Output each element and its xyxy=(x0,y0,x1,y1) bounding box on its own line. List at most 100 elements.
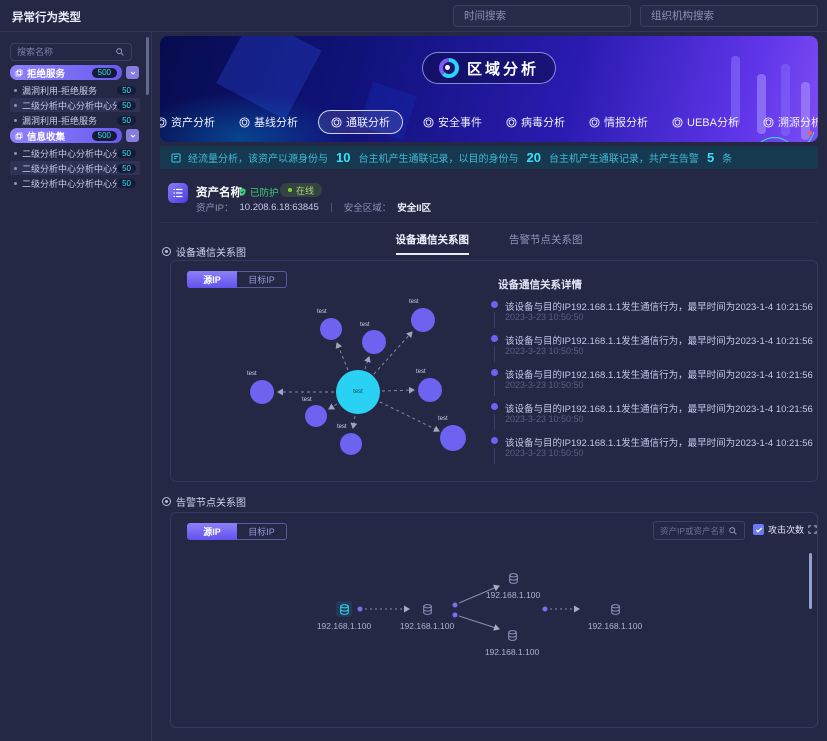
page-title: 异常行为类型 xyxy=(12,9,81,25)
node-ip-label: 192.168.1.100 xyxy=(485,647,539,657)
shield-circle-icon xyxy=(331,117,342,128)
tab-label: 安全事件 xyxy=(438,114,482,130)
group-label: 拒绝服务 xyxy=(27,66,92,80)
tab-ueba-analysis[interactable]: UEBA分析 xyxy=(668,111,743,133)
chevron-down-icon[interactable] xyxy=(126,66,139,79)
org-search-input[interactable] xyxy=(651,10,807,22)
bubble-node[interactable] xyxy=(250,380,274,404)
shield-circle-icon xyxy=(589,117,600,128)
bubble-label: test xyxy=(302,397,312,403)
region-analysis-logo-icon xyxy=(439,58,459,78)
bubble-node[interactable] xyxy=(362,330,386,354)
folder-copy-icon xyxy=(15,132,23,140)
tab-label: 资产分析 xyxy=(171,114,215,130)
summary-number-alerts: 5 xyxy=(705,150,716,165)
security-zone-label: 安全区域： xyxy=(344,200,392,214)
tab-label: 通联分析 xyxy=(346,114,390,130)
time-search-input[interactable] xyxy=(464,10,620,22)
shield-circle-icon xyxy=(506,117,517,128)
bubble-node[interactable] xyxy=(440,425,466,451)
graph-node[interactable] xyxy=(504,627,520,643)
bubble-node[interactable] xyxy=(320,318,342,340)
item-count-badge: 50 xyxy=(117,86,136,95)
org-search-field[interactable] xyxy=(640,5,818,27)
tab-alarm-node-graph[interactable]: 告警节点关系图 xyxy=(509,232,583,255)
sidebar-item[interactable]: 二级分析中心分析中心分 50 xyxy=(10,161,140,175)
event-text: 该设备与目的IP192.168.1.1发生通信行为，最早时间为2023-1-4 … xyxy=(505,401,813,415)
bullet-icon xyxy=(14,182,17,185)
shield-check-icon xyxy=(238,187,247,197)
bubble-label: test xyxy=(360,322,370,328)
time-search-field[interactable] xyxy=(453,5,631,27)
sidebar-group-dos[interactable]: 拒绝服务 500 xyxy=(10,65,140,80)
sidebar-group-info-collect[interactable]: 信息收集 500 xyxy=(10,128,140,143)
summary-text: 台主机产生通联记录，以目的身份与 xyxy=(358,150,518,165)
alarm-section-header: 告警节点关系图 xyxy=(162,494,246,509)
sidebar-item-label: 二级分析中心分析中心分 xyxy=(22,162,117,175)
divider xyxy=(331,203,332,212)
tab-trace-analysis[interactable]: 溯源分析 xyxy=(759,111,818,133)
sidebar-item[interactable]: 漏洞利用-拒绝服务 50 xyxy=(10,83,140,97)
search-icon[interactable] xyxy=(115,47,125,57)
bubble-node[interactable] xyxy=(305,405,327,427)
comm-details-title: 设备通信关系详情 xyxy=(498,277,582,292)
sidebar-scrollbar[interactable] xyxy=(146,37,149,95)
tab-label: 情报分析 xyxy=(604,114,648,130)
sidebar-item[interactable]: 二级分析中心分析中心分 50 xyxy=(10,146,140,160)
bubble-node-center[interactable]: test xyxy=(336,370,380,414)
tab-device-comm-graph[interactable]: 设备通信关系图 xyxy=(396,232,470,255)
sidebar-item[interactable]: 二级分析中心分析中心分 50 xyxy=(10,98,140,112)
graph-node[interactable] xyxy=(607,601,623,617)
event-bullet-icon xyxy=(491,369,498,376)
sidebar-search-field[interactable] xyxy=(10,43,132,61)
bubble-node[interactable] xyxy=(340,433,362,455)
summary-number-dest-hosts: 20 xyxy=(524,150,542,165)
bubble-node[interactable] xyxy=(418,378,442,402)
node-ip-label: 192.168.1.100 xyxy=(588,621,642,631)
summary-text: 台主机产生通联记录，共产生告警 xyxy=(549,150,699,165)
shield-circle-icon xyxy=(763,117,774,128)
bullet-icon xyxy=(14,152,17,155)
tab-security-events[interactable]: 安全事件 xyxy=(419,111,486,133)
asset-ip-value: 10.208.6.18:63845 xyxy=(239,202,318,213)
protected-badge: 已防护 xyxy=(238,185,279,199)
sidebar-group-pill[interactable]: 信息收集 500 xyxy=(10,128,122,143)
timeline-connector xyxy=(494,380,495,396)
sidebar-group-pill[interactable]: 拒绝服务 500 xyxy=(10,65,122,80)
asset-server-icon xyxy=(168,183,188,203)
tab-intel-analysis[interactable]: 情报分析 xyxy=(585,111,652,133)
graph-node[interactable] xyxy=(505,570,521,586)
summary-text: 经流量分析，该资产以源身份与 xyxy=(188,150,328,165)
event-bullet-icon xyxy=(491,403,498,410)
sidebar-item-label: 漏洞利用-拒绝服务 xyxy=(22,114,117,127)
bubble-node[interactable] xyxy=(411,308,435,332)
device-section-header: 设备通信关系图 xyxy=(162,244,246,259)
node-ip-label: 192.168.1.100 xyxy=(400,621,454,631)
sidebar-item[interactable]: 漏洞利用-拒绝服务 50 xyxy=(10,113,140,127)
tab-communication-analysis[interactable]: 通联分析 xyxy=(318,110,403,134)
tab-baseline-analysis[interactable]: 基线分析 xyxy=(235,111,302,133)
chevron-down-icon[interactable] xyxy=(126,129,139,142)
sidebar-item-label: 二级分析中心分析中心分 xyxy=(22,177,117,190)
banner: 区域分析 资产分析 基线分析 通联分析 安全事件 病毒分析 xyxy=(160,36,818,142)
folder-copy-icon xyxy=(15,69,23,77)
graph-node[interactable] xyxy=(419,601,435,617)
graph-node-source[interactable] xyxy=(336,601,352,617)
sidebar-item[interactable]: 二级分析中心分析中心分 50 xyxy=(10,176,140,190)
event-text: 该设备与目的IP192.168.1.1发生通信行为，最早时间为2023-1-4 … xyxy=(505,435,813,449)
device-section-title: 设备通信关系图 xyxy=(176,244,246,259)
tab-asset-analysis[interactable]: 资产分析 xyxy=(160,111,219,133)
bubble-label: test xyxy=(353,389,363,395)
sidebar-search-input[interactable] xyxy=(17,47,115,57)
device-comm-panel: 源IP 目标IP test xyxy=(170,260,818,482)
server-icon xyxy=(507,572,520,585)
app-root: 异常行为类型 拒绝服务 500 漏洞利用-拒绝服务 50 xyxy=(0,0,827,741)
panel-scrollbar[interactable] xyxy=(809,553,812,609)
tab-label: 病毒分析 xyxy=(521,114,565,130)
group-count-badge: 500 xyxy=(92,131,117,141)
tab-virus-analysis[interactable]: 病毒分析 xyxy=(502,111,569,133)
report-icon xyxy=(170,152,182,164)
event-text: 该设备与目的IP192.168.1.1发生通信行为，最早时间为2023-1-4 … xyxy=(505,299,813,313)
top-header: 异常行为类型 xyxy=(0,0,827,32)
shield-circle-icon xyxy=(423,117,434,128)
